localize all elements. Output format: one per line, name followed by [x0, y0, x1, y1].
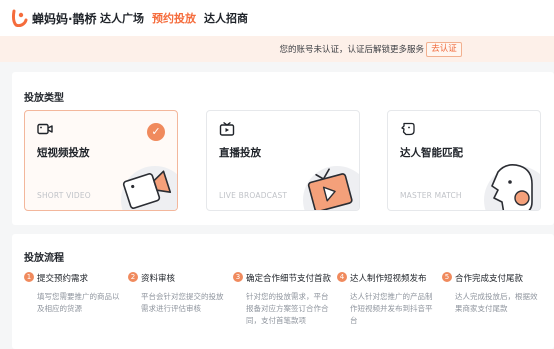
option-short-video[interactable]: 短视频投放 SHORT VIDEO ✓: [24, 110, 178, 211]
nav-item-talent-square[interactable]: 达人广场: [100, 10, 144, 26]
option-subtitle: MASTER MATCH: [400, 191, 462, 200]
step-description: 填写您需要推广的商品以及相应的货源: [37, 292, 120, 313]
nav-item-talent-recruit[interactable]: 达人招商: [204, 10, 248, 26]
step-title: 确定合作细节支付首款: [246, 274, 332, 284]
option-title: 直播投放: [219, 147, 261, 159]
option-subtitle: LIVE BROADCAST: [219, 191, 288, 200]
step-number: 2: [128, 272, 138, 282]
step-title: 资料审核: [141, 274, 176, 284]
brand-name: 蝉妈妈·鹊桥: [32, 12, 97, 26]
step-number: 1: [24, 272, 34, 282]
step-title: 达人制作短视频发布: [350, 274, 427, 284]
step-description: 达人针对您推广的产品制作短视频并发布到抖音平台: [350, 292, 433, 325]
nav-item-booking-delivery[interactable]: 预约投放: [152, 10, 196, 26]
delivery-type-card: 投放类型 短视频投放 SHORT VIDEO ✓ 直播投放 LIVE BROAD…: [12, 72, 554, 225]
step-description: 达人完成投放后，根据效果商家支付尾款: [455, 292, 538, 313]
verify-button[interactable]: 去认证: [426, 42, 462, 57]
video-camera-icon: [37, 123, 53, 135]
step-number: 3: [233, 272, 243, 282]
step-description: 平台会针对您提交的投放需求进行评估审核: [141, 292, 224, 313]
person-icon: [401, 122, 415, 136]
tv-illustration: [303, 166, 359, 210]
brand-logo[interactable]: 蝉妈妈·鹊桥: [10, 8, 110, 28]
selected-check-icon: ✓: [147, 123, 165, 141]
option-master-match[interactable]: 达人智能匹配 MASTER MATCH: [387, 110, 541, 211]
step-title: 合作完成支付尾款: [455, 274, 524, 284]
video-camera-illustration: [121, 166, 177, 210]
step-title: 提交预约需求: [37, 274, 89, 284]
step-description: 针对您的投放需求，平台报备对应方案签订合作合同，支付首笔款项: [246, 292, 329, 325]
option-live-broadcast[interactable]: 直播投放 LIVE BROADCAST: [206, 110, 360, 211]
notice-text: 您的账号未认证，认证后解锁更多服务: [279, 45, 424, 55]
option-title: 短视频投放: [37, 147, 90, 159]
option-title: 达人智能匹配: [400, 147, 463, 159]
step-number: 4: [337, 272, 347, 282]
delivery-flow-card: 投放流程 1 提交预约需求 填写您需要推广的商品以及相应的货源 2 资料审核 平…: [12, 234, 554, 349]
option-subtitle: SHORT VIDEO: [37, 191, 91, 200]
top-nav: 蝉妈妈·鹊桥 达人广场 预约投放 达人招商: [0, 0, 554, 36]
verification-notice: 您的账号未认证，认证后解锁更多服务: [0, 36, 554, 62]
tv-icon: [219, 122, 235, 136]
section-title-delivery-type: 投放类型: [24, 93, 64, 104]
section-title-delivery-flow: 投放流程: [24, 253, 64, 264]
brand-logo-icon: [11, 9, 28, 27]
person-illustration: [484, 164, 540, 210]
step-number: 5: [442, 272, 452, 282]
